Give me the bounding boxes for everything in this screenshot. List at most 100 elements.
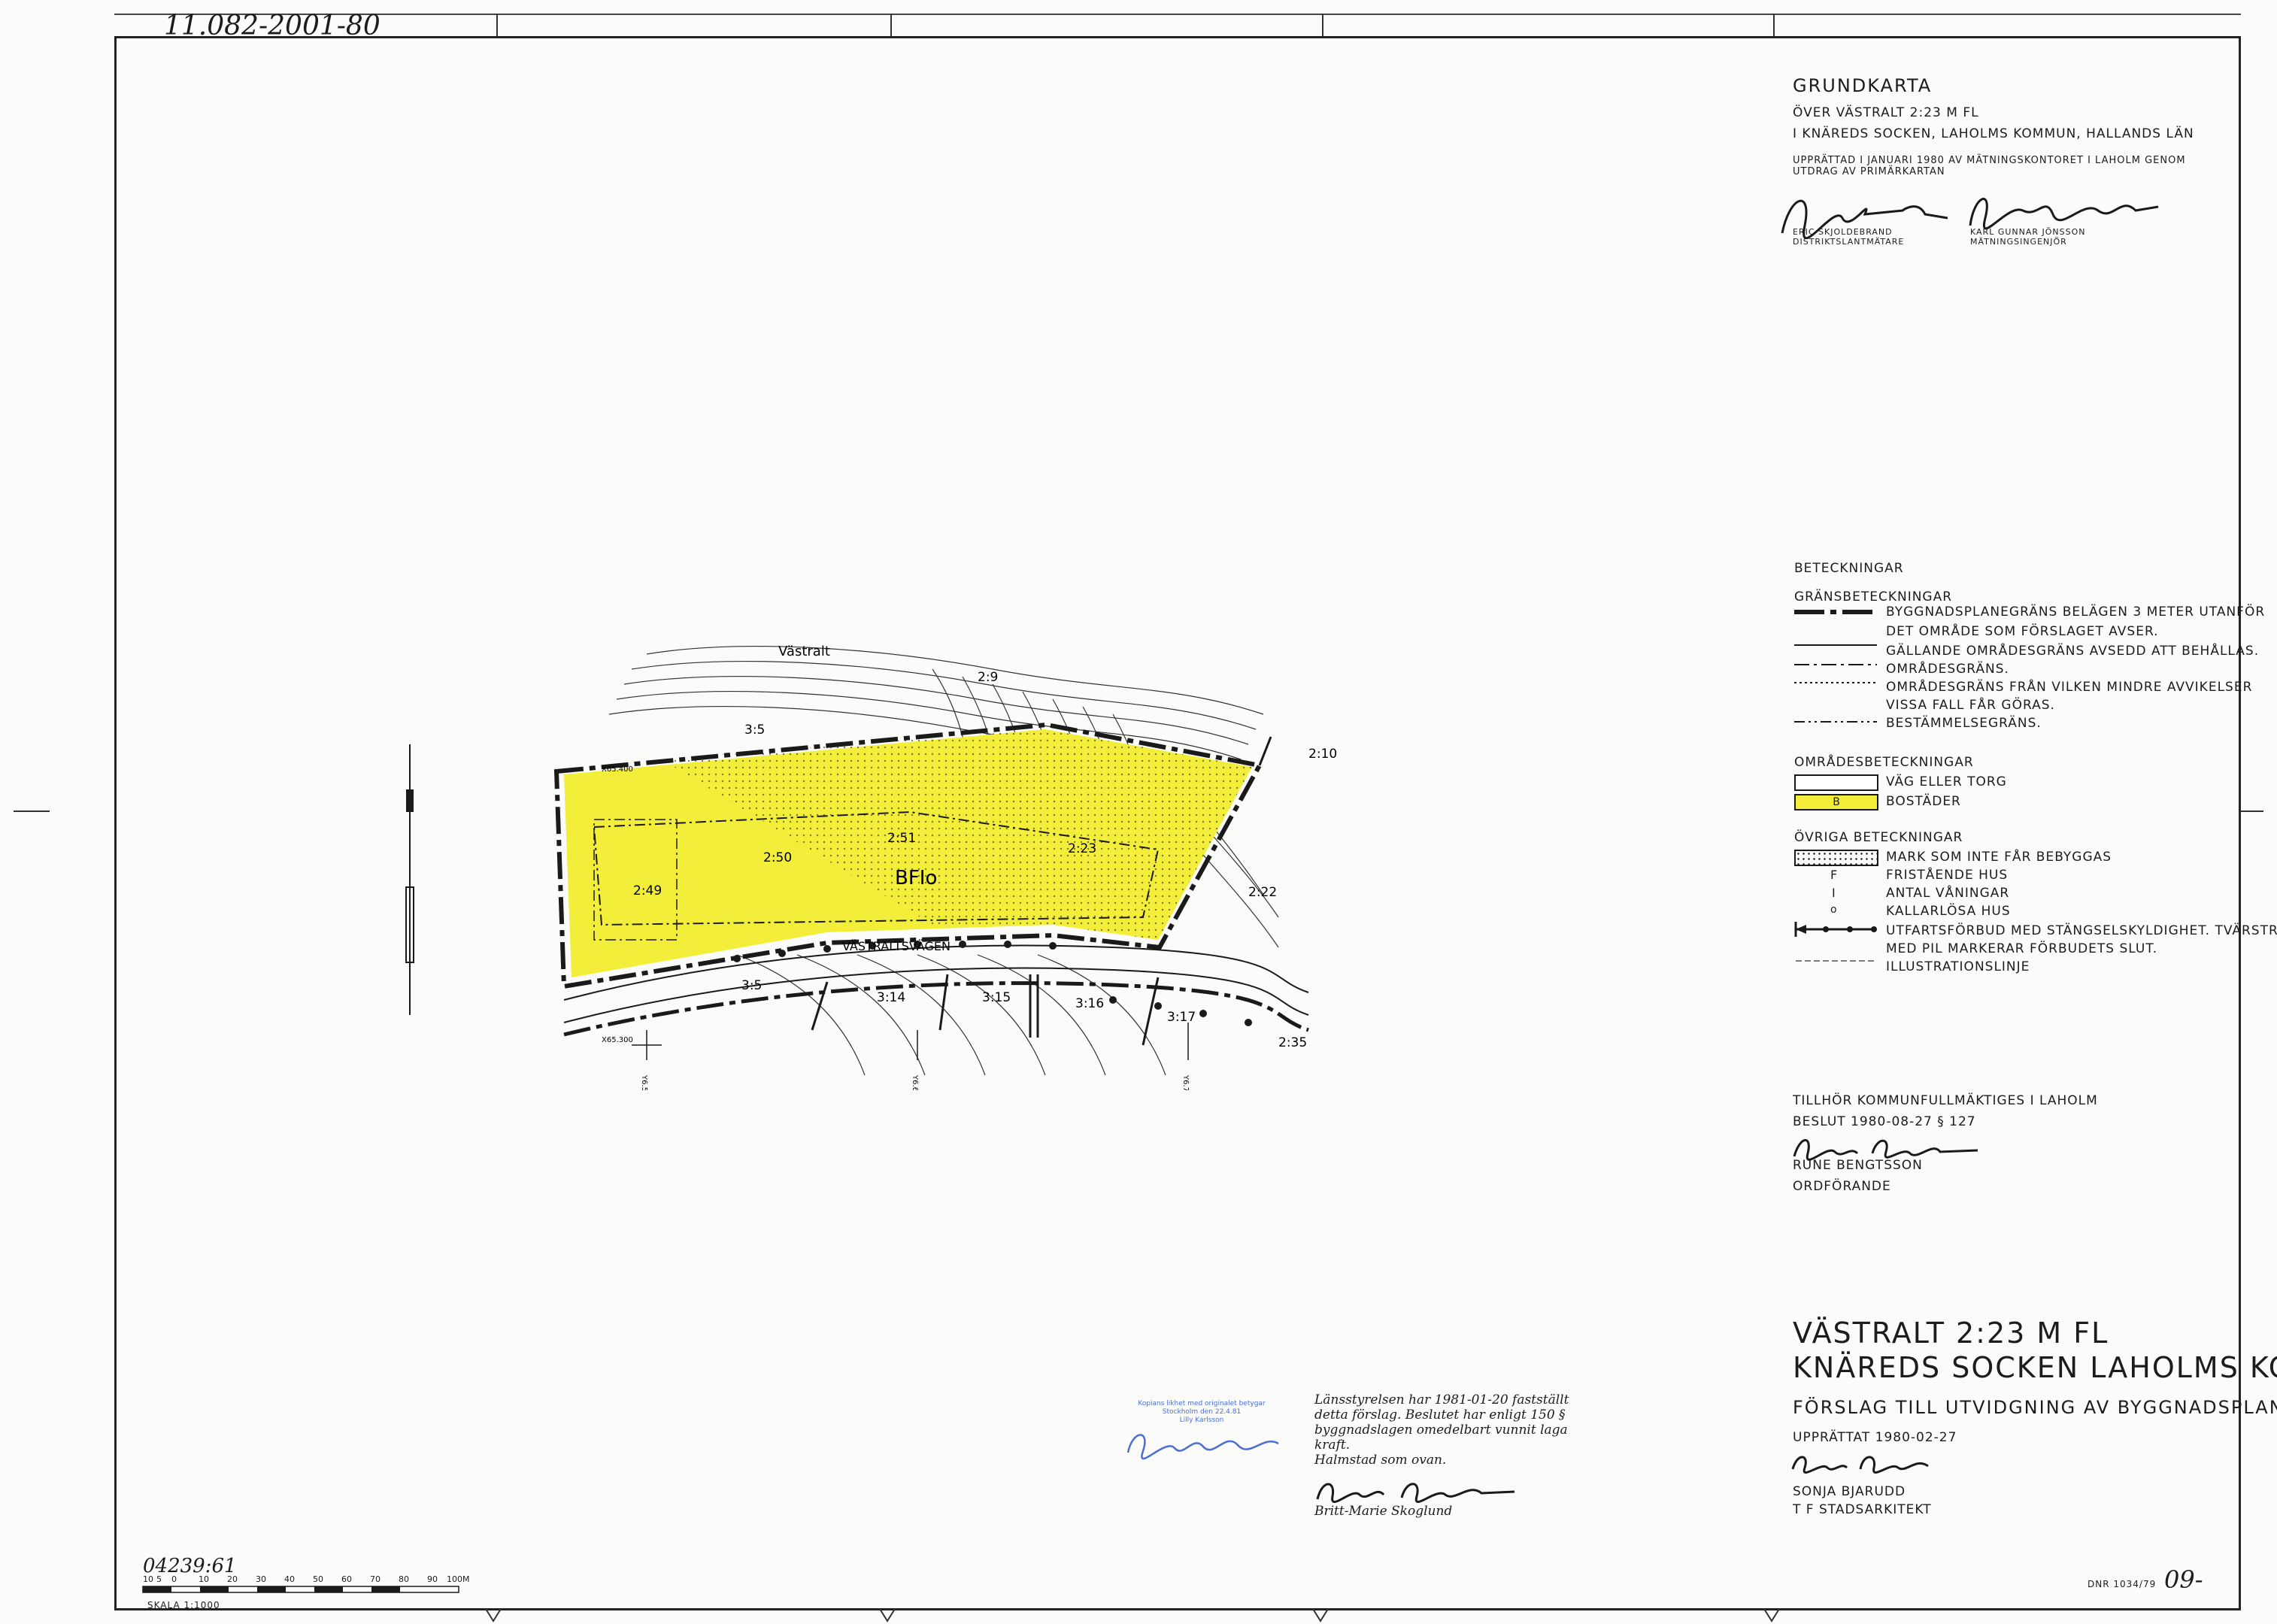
contour-line [631, 661, 1257, 730]
parcel-label: 2:22 [1248, 885, 1277, 900]
plan-map: Västralt VÄSTRALTSVÄGEN BFIo 2:9 3:5 2:1… [553, 644, 1337, 1090]
title-signer: SONJA BJARUDD T F STADSARKITEKT [1793, 1483, 1932, 1519]
utfartsforbud-dot [1049, 942, 1057, 950]
decision-name: RUNE BENGTSSON [1793, 1158, 1923, 1173]
scale-bar-frame [142, 1586, 459, 1593]
parcel-line [811, 981, 829, 1031]
top-tick [496, 14, 498, 38]
scale-tick: 20 [227, 1574, 238, 1584]
parcel-label: 3:16 [1075, 996, 1104, 1011]
title-subtitle: FÖRSLAG TILL UTVIDGNING AV BYGGNADSPLAN [1793, 1397, 2277, 1418]
utfartsforbud-dot [1004, 941, 1011, 948]
county-line4: kraft. [1314, 1438, 1351, 1453]
county-line1: Länsstyrelsen har 1981-01-20 fastställt [1314, 1392, 1569, 1407]
coordinate-label: X65.300 [602, 1036, 633, 1044]
scale-tick: 30 [256, 1574, 266, 1584]
parcel-label: 3:5 [744, 723, 765, 738]
place-label: Västralt [778, 644, 830, 659]
scale-bar-segment [200, 1586, 229, 1592]
utfartsforbud-dot [1847, 926, 1853, 932]
stamp-line2: Stockholm den 22.4.81 [1162, 1408, 1242, 1416]
top-tick [890, 14, 892, 38]
decision-block: TILLHÖR KOMMUNFULLMÄKTIGES I LAHOLM BESL… [1793, 1090, 2098, 1132]
legend-border-symbols [1794, 610, 1877, 723]
legend-border-7: BESTÄMMELSEGRÄNS. [1886, 716, 2042, 731]
parcel-label: 3:5 [741, 978, 762, 993]
contour-line [1037, 954, 1166, 1076]
parcel-line [1258, 736, 1272, 766]
header-title: GRUNDKARTA [1793, 75, 1933, 96]
utfartsforbud-dot [1871, 926, 1877, 932]
scale-tick: 10 [143, 1574, 153, 1584]
north-arrow-icon [405, 744, 414, 1015]
title-date: UPPRÄTTAT 1980-02-27 [1793, 1430, 1957, 1445]
contour-line [917, 954, 1046, 1076]
signature-sonja-bjarudd [1791, 1456, 1929, 1474]
header-line2: I KNÄREDS SOCKEN, LAHOLMS KOMMUN, HALLAN… [1793, 126, 2194, 141]
utfartsforbud-dot [1823, 926, 1829, 932]
road-label: VÄSTRALTSVÄGEN [842, 939, 951, 953]
utfartsforbud-dot [823, 945, 831, 953]
utfartsforbud-dot [1109, 996, 1117, 1004]
coordinate-label: Y6.600 [911, 1074, 919, 1090]
scale-tick: 50 [313, 1574, 323, 1584]
scale-tick: 90 [427, 1574, 438, 1584]
scale-bar-segment [371, 1586, 400, 1592]
legend-areas-heading: OMRÅDESBETECKNINGAR [1794, 755, 1974, 770]
fristaende-hus-symbol: F [1830, 868, 1838, 882]
building-lot [593, 819, 678, 941]
legend-other-5: UTFARTSFÖRBUD MED STÄNGSELSKYLDIGHET. TV… [1886, 923, 2277, 938]
kallarlosa-hus-symbol: o [1830, 904, 1837, 916]
prepared-line2: UTDRAG AV PRIMÄRKARTAN [1793, 166, 1945, 177]
parcel-label: 2:50 [763, 850, 792, 865]
utfartsforbud-dot [1245, 1019, 1252, 1026]
bottom-tick [1312, 1609, 1329, 1622]
top-tick [1773, 14, 1775, 38]
utfartsforbud-dot [733, 955, 741, 962]
contour-line [977, 954, 1106, 1076]
signature-britt-marie-stroke [1316, 1483, 1515, 1503]
legend-border-5: OMRÅDESGRÄNS FRÅN VILKEN MINDRE AVVIKELS… [1886, 680, 2253, 695]
zone-label: BFIo [895, 867, 937, 889]
parcel-label: 2:9 [978, 670, 998, 685]
dnr-label: DNR 1034/79 [2088, 1579, 2157, 1589]
signer2-title: MÄTNINGSINGENJÖR [1970, 237, 2067, 247]
bottom-tick [1763, 1609, 1780, 1622]
parcel-label: 3:15 [982, 990, 1011, 1005]
signer1-title: DISTRIKTSLANTMÄTARE [1793, 237, 1905, 247]
county-signer: Britt-Marie Skoglund [1314, 1504, 1453, 1519]
scale-tick: 40 [284, 1574, 295, 1584]
contour-line [646, 646, 1264, 715]
mark-som-inte-far-bebyggas-symbol [1794, 850, 1878, 866]
antal-vaningar-symbol: I [1832, 886, 1836, 900]
legend-other-2: FRISTÅENDE HUS [1886, 868, 2009, 883]
coordinate-label: Y6.500 [640, 1074, 648, 1090]
county-line2: detta förslag. Beslutet har enligt 150 § [1314, 1407, 1566, 1423]
parcel-label: 3:14 [877, 990, 905, 1005]
county-decision: Länsstyrelsen har 1981-01-20 fastställt … [1314, 1392, 1569, 1468]
scale-tick: 5 [156, 1574, 162, 1584]
stamp-line1: Kopians likhet med originalet betygar [1138, 1400, 1266, 1407]
header-line1: ÖVER VÄSTRALT 2:23 M FL [1793, 105, 1979, 120]
signature-karl-gunnar-jonsson [1969, 198, 2159, 230]
parcel-label: 2:49 [633, 883, 662, 898]
sheet-number: 09- [2164, 1565, 2203, 1594]
scale-tick: 80 [399, 1574, 409, 1584]
top-tick [1322, 14, 1323, 38]
signature-sonja-stroke [1791, 1456, 1929, 1474]
road-edge-south [563, 967, 1309, 1023]
utfartsforbud-dot [1154, 1002, 1162, 1010]
legend-area-housing: BOSTÄDER [1886, 794, 1961, 809]
stamp-signature [1126, 1434, 1279, 1460]
title-block: VÄSTRALT 2:23 M FL KNÄREDS SOCKEN LAHOLM… [1793, 1316, 2277, 1445]
bottom-tick [879, 1609, 896, 1622]
utfartsforbud-dot [959, 941, 966, 948]
decision-line1: TILLHÖR KOMMUNFULLMÄKTIGES I LAHOLM [1793, 1093, 2098, 1108]
copy-stamp: Kopians likhet med originalet betygar St… [1126, 1400, 1277, 1425]
signature-britt-marie [1316, 1483, 1515, 1503]
decision-line2: BESLUT 1980-08-27 § 127 [1793, 1114, 1976, 1129]
top-strip [114, 14, 2241, 38]
legend-other-7: ILLUSTRATIONSLINJE [1886, 959, 2030, 974]
parcel-label: 2:23 [1068, 841, 1096, 856]
decision-signer: RUNE BENGTSSON ORDFÖRANDE [1793, 1155, 1923, 1197]
